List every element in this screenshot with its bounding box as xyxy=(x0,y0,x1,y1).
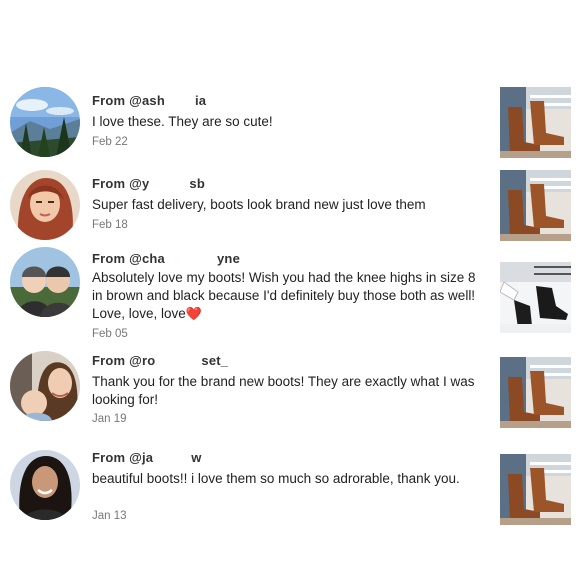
review-text: I love these. They are so cute! xyxy=(92,114,273,129)
dark-haired-woman-avatar-icon[interactable] xyxy=(10,450,80,520)
review-text: Absolutely love my boots! Wish you had t… xyxy=(92,269,482,323)
red-haired-woman-avatar-icon[interactable] xyxy=(10,170,80,240)
review-date: Feb 05 xyxy=(92,328,128,340)
review-text-body: Absolutely love my boots! Wish you had t… xyxy=(92,270,476,321)
review-date: Jan 13 xyxy=(92,510,127,522)
review-author: From @ash ia xyxy=(92,93,207,108)
woman-with-baby-avatar-icon[interactable] xyxy=(10,351,80,421)
review-date: Jan 19 xyxy=(92,413,127,425)
review-text: beautiful boots!! i love them so much so… xyxy=(92,471,460,486)
brown-boots-thumbnail-icon[interactable] xyxy=(500,87,571,158)
review-text: Thank you for the brand new boots! They … xyxy=(92,374,475,407)
two-women-snow-avatar-icon[interactable] xyxy=(10,247,80,317)
review-text: Super fast delivery, boots look brand ne… xyxy=(92,197,426,212)
brown-boots-thumbnail-icon[interactable] xyxy=(500,357,571,428)
review-author: From @cha yne xyxy=(92,251,241,266)
review-date: Feb 18 xyxy=(92,219,128,231)
brown-boots-thumbnail-icon[interactable] xyxy=(500,454,571,525)
review-list: From @ash ia I love these. They are so cu… xyxy=(0,0,580,580)
heart-icon: ❤️ xyxy=(185,306,202,321)
black-boots-snow-thumbnail-icon[interactable] xyxy=(500,262,571,333)
mountain-landscape-avatar-icon[interactable] xyxy=(10,87,80,157)
review-author: From @ja w xyxy=(92,450,202,465)
review-date: Feb 22 xyxy=(92,136,128,148)
brown-boots-thumbnail-icon[interactable] xyxy=(500,170,571,241)
review-author: From @y sb xyxy=(92,176,205,191)
review-author: From @ro set_ xyxy=(92,353,229,368)
